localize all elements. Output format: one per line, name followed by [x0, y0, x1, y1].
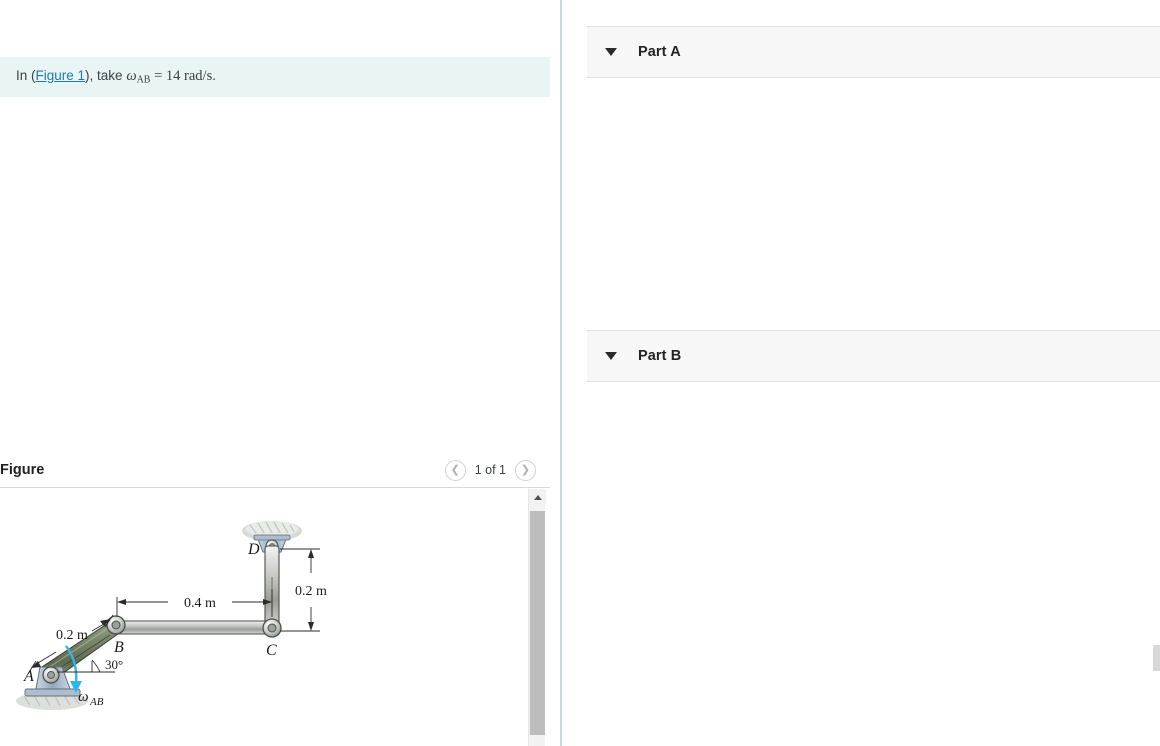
part-a-title: Part A: [638, 44, 681, 60]
part-b-header[interactable]: Part B: [587, 330, 1160, 382]
label-c: C: [266, 642, 277, 659]
label-b: B: [114, 639, 124, 656]
angle-label: 30°: [105, 657, 123, 672]
figure-next-button[interactable]: ❯: [515, 459, 536, 481]
link-bc: [112, 620, 274, 635]
figure-page-label: 1 of 1: [474, 463, 506, 477]
dimension-ab-label: 0.2 m: [56, 628, 88, 643]
problem-middle: ), take: [85, 68, 127, 84]
figure-title: Figure: [0, 462, 45, 478]
part-a-header[interactable]: Part A: [587, 26, 1160, 78]
figure-1-link[interactable]: Figure 1: [36, 68, 86, 83]
problem-prefix: In (: [16, 68, 36, 84]
right-panel: Part A Determine the angular velocity of…: [564, 0, 1160, 746]
omega-ab-label-sub: AB: [89, 696, 104, 708]
figure-divider: [0, 487, 550, 488]
omega-ab-subscript: AB: [136, 74, 151, 86]
omega-ab-label: ω: [78, 689, 89, 705]
figure-pager: ❮ 1 of 1 ❯: [444, 459, 550, 481]
label-d: D: [247, 541, 260, 558]
omega-ab-units: rad/s: [184, 68, 213, 85]
joint-c: [262, 618, 282, 638]
mastering-physics-problem-page: In (Figure 1), take ωAB = 14 rad/s. Figu…: [0, 0, 1160, 746]
joint-b: [106, 615, 126, 635]
caret-down-icon: [605, 352, 617, 360]
omega-ab-symbol: ω: [126, 68, 137, 85]
label-a: A: [23, 668, 34, 685]
caret-down-icon: [605, 48, 617, 56]
problem-statement-text: In (Figure 1), take ωAB = 14 rad/s.: [0, 67, 216, 87]
dimension-cd-label: 0.2 m: [295, 584, 327, 599]
figure-body: 0.4 m 0.2 m 0.2 m 30° A B C D ω AB: [0, 489, 550, 746]
triangle-up-icon: [533, 495, 542, 500]
dimension-bc-label: 0.4 m: [184, 596, 216, 611]
omega-ab-equals-value: = 14: [150, 68, 185, 85]
problem-period: .: [212, 68, 216, 84]
scroll-up-button[interactable]: [529, 489, 546, 506]
left-panel: In (Figure 1), take ωAB = 14 rad/s. Figu…: [0, 0, 562, 746]
scrollbar-thumb[interactable]: [530, 511, 545, 735]
part-b-title: Part B: [638, 348, 682, 364]
figure-header: Figure ❮ 1 of 1 ❯: [0, 455, 550, 485]
figure-scrollbar[interactable]: [528, 489, 546, 746]
figure-prev-button[interactable]: ❮: [444, 459, 466, 481]
problem-statement-banner: In (Figure 1), take ωAB = 14 rad/s.: [0, 57, 550, 97]
four-bar-linkage-diagram: 0.4 m 0.2 m 0.2 m 30° A B C D ω AB: [16, 521, 327, 710]
return-to-assignment-button[interactable]: ❮ Return to Assignment: [1153, 645, 1160, 671]
